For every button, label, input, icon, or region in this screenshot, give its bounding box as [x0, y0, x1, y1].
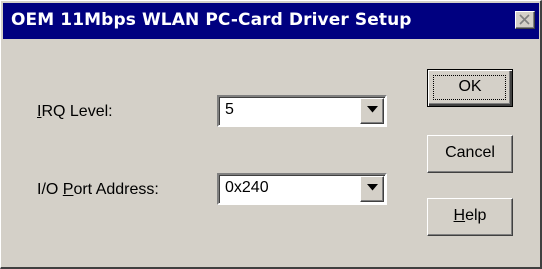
io-port-address-select[interactable]: 0x240: [217, 173, 387, 205]
irq-level-select[interactable]: 5: [217, 95, 387, 127]
irq-level-dropdown-button[interactable]: [360, 98, 384, 124]
io-port-address-label-prefix: I/O: [37, 181, 63, 198]
setup-dialog: OEM 11Mbps WLAN PC-Card Driver Setup IRQ…: [0, 0, 542, 269]
window-title: OEM 11Mbps WLAN PC-Card Driver Setup: [11, 10, 412, 30]
io-port-address-label-text: ort Address:: [73, 181, 159, 198]
io-port-address-label-accel: P: [62, 181, 74, 198]
title-bar[interactable]: OEM 11Mbps WLAN PC-Card Driver Setup: [3, 3, 539, 39]
help-button-label-text: elp: [465, 207, 487, 224]
close-button[interactable]: [515, 11, 535, 29]
chevron-down-icon: [367, 184, 378, 191]
help-button[interactable]: Help: [427, 198, 513, 236]
io-port-address-dropdown-button[interactable]: [360, 176, 384, 202]
chevron-down-icon: [367, 106, 378, 113]
irq-level-label-text: RQ Level:: [41, 103, 113, 120]
cancel-button[interactable]: Cancel: [427, 135, 513, 173]
irq-level-label: IRQ Level:: [37, 103, 113, 121]
cancel-button-label: Cancel: [445, 144, 495, 161]
io-port-address-label: I/O Port Address:: [37, 181, 159, 199]
help-button-label-accel: H: [453, 207, 466, 224]
io-port-address-value: 0x240: [225, 179, 269, 196]
close-icon: [519, 14, 530, 25]
ok-button[interactable]: OK: [427, 69, 513, 107]
irq-level-value: 5: [225, 101, 234, 118]
focus-rectangle: [433, 75, 506, 100]
